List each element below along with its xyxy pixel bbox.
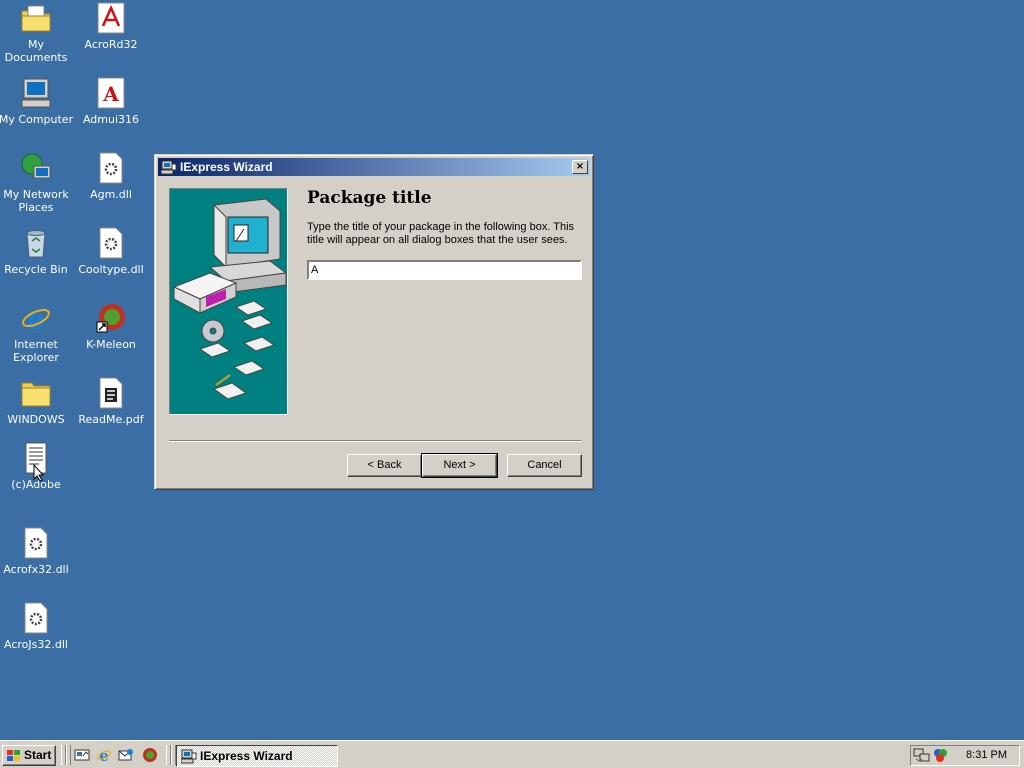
folder-icon	[21, 382, 51, 407]
k-meleon-icon[interactable]	[142, 747, 158, 763]
adobe-a-icon: A	[97, 77, 125, 109]
antivirus-tray-icon[interactable]	[932, 747, 948, 763]
desktop-icon-label: My Computer	[0, 113, 74, 126]
dll-file-icon	[99, 152, 123, 184]
desktop-icon-label: WINDOWS	[7, 413, 65, 426]
desktop-icon-my-documents[interactable]: My Documents	[0, 2, 74, 64]
network-connection-icon[interactable]	[913, 747, 931, 763]
instruction-text: Type the title of your package in the fo…	[307, 221, 575, 246]
dll-file-icon	[99, 227, 123, 259]
internet-explorer-icon: e	[22, 303, 50, 334]
desktop-icon-my-computer[interactable]: My Computer	[0, 77, 74, 126]
internet-explorer-icon[interactable]: e	[96, 747, 112, 763]
desktop-icon-label: Acrofx32.dll	[3, 563, 69, 576]
desktop-icon-label: Cooltype.dll	[78, 263, 144, 276]
desktop-icon-label: Recycle Bin	[4, 263, 68, 276]
desktop-icon-label: AcroJs32.dll	[4, 638, 68, 651]
desktop-icon-agm-dll[interactable]: Agm.dll	[73, 152, 149, 201]
desktop-icon-label: Admui316	[82, 113, 140, 126]
desktop-icon-internet-explorer[interactable]: e Internet Explorer	[0, 302, 74, 364]
desktop-icon-label: ReadMe.pdf	[78, 413, 144, 426]
next-button[interactable]: Next >	[421, 453, 498, 478]
back-button[interactable]: < Back	[347, 454, 422, 477]
k-meleon-icon	[96, 304, 125, 333]
windows-logo-icon	[7, 750, 20, 761]
desktop-icon-label: Agm.dll	[90, 188, 132, 201]
outlook-express-icon[interactable]	[118, 747, 134, 763]
desktop-icon-label: My Network Places	[3, 188, 69, 214]
dll-file-icon	[24, 602, 48, 634]
desktop-icon-k-meleon[interactable]: K-Meleon	[73, 302, 149, 351]
dialog-title: IExpress Wizard	[180, 160, 273, 174]
desktop-icon-admui316[interactable]: A Admui316	[73, 77, 149, 126]
cancel-button[interactable]: Cancel	[507, 454, 582, 477]
taskbar: Start e IExpress Wizard 8:31 PM	[0, 740, 1024, 768]
desktop-icon-acrojs32-dll[interactable]: AcroJs32.dll	[0, 602, 74, 651]
acrobat-reader-icon	[97, 2, 125, 34]
package-box-icon	[172, 272, 238, 314]
page-heading: Package title	[307, 188, 432, 208]
taskbar-button-label: IExpress Wizard	[200, 749, 293, 763]
desktop-icon-my-network-places[interactable]: My Network Places	[0, 152, 74, 214]
mouse-pointer-icon	[33, 464, 45, 482]
desktop-icon-windows[interactable]: WINDOWS	[0, 377, 74, 426]
desktop-icon-label: Internet Explorer	[13, 338, 59, 364]
package-title-input[interactable]	[307, 260, 582, 280]
pdf-file-icon	[99, 377, 123, 409]
start-label: Start	[24, 748, 52, 762]
toolbar-grip[interactable]	[66, 745, 71, 765]
computer-icon	[21, 78, 51, 108]
iexpress-app-icon	[161, 160, 177, 175]
desktop-icon-label: My Documents	[4, 38, 68, 64]
wizard-illustration	[169, 188, 288, 415]
svg-text:A: A	[102, 82, 119, 106]
svg-text:e: e	[99, 747, 109, 763]
desktop-icon-label: K-Meleon	[86, 338, 136, 351]
iexpress-wizard-dialog: IExpress Wizard × Package title Type the…	[154, 154, 594, 490]
taskbar-button-iexpress-wizard[interactable]: IExpress Wizard	[176, 745, 338, 767]
recycle-bin-icon	[26, 230, 46, 258]
iexpress-app-icon	[181, 749, 197, 764]
show-desktop-icon[interactable]	[74, 747, 90, 763]
svg-text:e: e	[27, 303, 45, 334]
desktop-icon-cooltype-dll[interactable]: Cooltype.dll	[73, 227, 149, 276]
desktop-icon-label: AcroRd32	[84, 38, 138, 51]
desktop-icon-readme-pdf[interactable]: ReadMe.pdf	[73, 377, 149, 426]
clock: 8:31 PM	[966, 749, 1007, 761]
close-button[interactable]: ×	[572, 160, 588, 174]
dll-file-icon	[24, 527, 48, 559]
folder-documents-icon	[21, 5, 51, 32]
start-button[interactable]: Start	[2, 745, 56, 766]
desktop-icon-recycle-bin[interactable]: Recycle Bin	[0, 227, 74, 276]
dialog-titlebar[interactable]: IExpress Wizard ×	[158, 158, 590, 176]
system-tray: 8:31 PM	[910, 745, 1020, 766]
desktop-icon-acrord32[interactable]: AcroRd32	[73, 2, 149, 51]
button-separator	[169, 440, 581, 442]
desktop-icon-acrofx32-dll[interactable]: Acrofx32.dll	[0, 527, 74, 576]
network-icon	[21, 153, 51, 179]
